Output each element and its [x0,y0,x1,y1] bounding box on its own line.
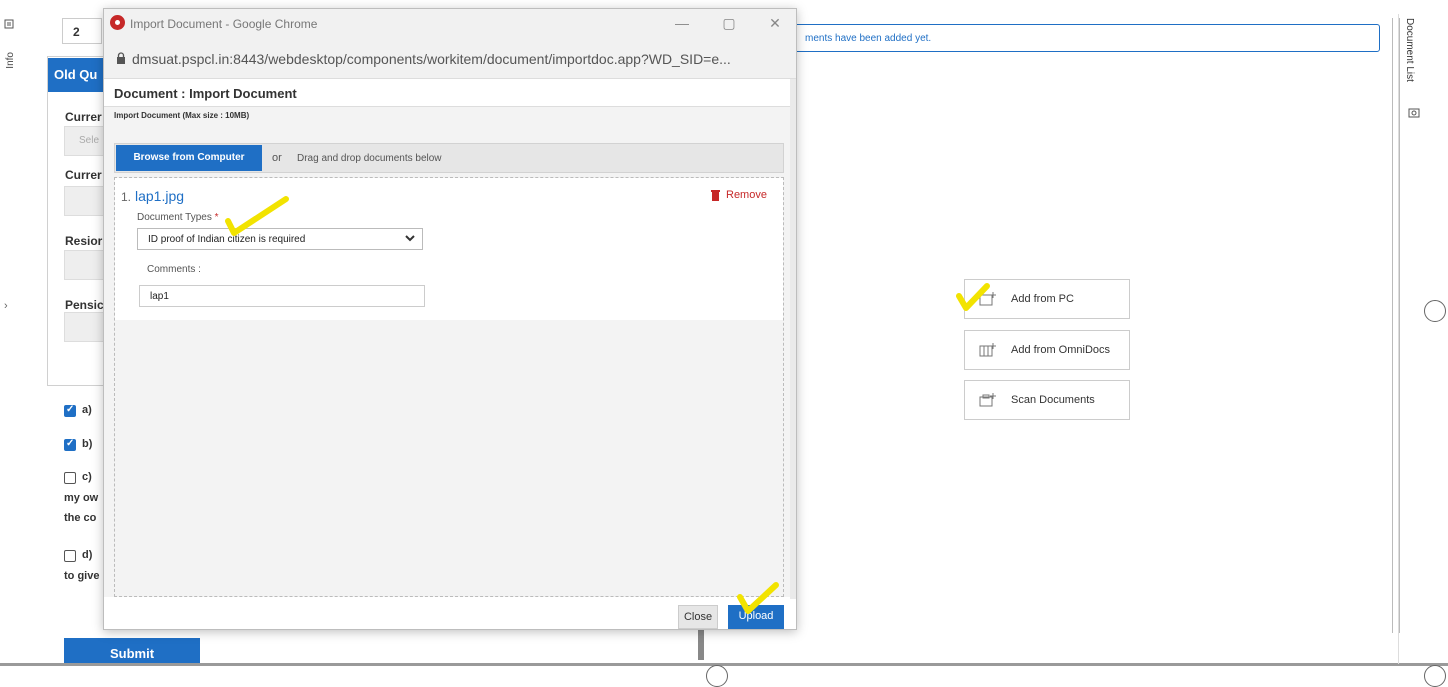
required-mark: * [214,212,219,223]
field-label-residence: Resior [65,234,103,248]
maximize-icon[interactable]: ▢ [719,15,739,32]
scan-documents-label: Scan Documents [1011,394,1095,406]
resize-handle-right[interactable] [1424,300,1446,322]
info-tab-label: Info [5,52,16,69]
close-button[interactable]: Close [678,605,718,629]
checkbox-d-label: d) [82,549,93,561]
field-label-current-1: Currer [65,110,102,124]
dialog-header: Document : Import Document [104,79,796,107]
drag-drop-hint: Drag and drop documents below [297,153,442,164]
window-title: Import Document - Google Chrome [130,17,318,31]
checkbox-a[interactable] [64,404,76,417]
bottom-scrollbar[interactable] [0,663,1448,666]
import-size-label: Import Document (Max size : 10MB) [114,111,250,120]
add-from-omnidocs-icon [979,342,997,358]
step-number: 2 [62,18,102,44]
browse-from-computer-button[interactable]: Browse from Computer [116,145,262,171]
field-label-current-2: Currer [65,168,102,182]
import-document-window: Import Document - Google Chrome — ▢ ✕ dm… [103,8,797,630]
document-types-label: Document Types * [137,212,219,223]
info-side-tab[interactable]: Info [0,14,22,74]
document-list-tab[interactable]: Document List [1404,18,1415,82]
or-text: or [272,152,282,164]
scan-documents-icon [979,392,997,408]
file-name-link[interactable]: lap1.jpg [135,188,184,204]
scan-documents-button[interactable]: Scan Documents [964,380,1130,420]
lock-icon [117,52,125,64]
checkbox-c-label: c) [82,471,92,483]
chevron-down-icon [405,235,415,242]
field-label-pension: Pensic [65,298,104,312]
comments-label: Comments : [147,264,201,275]
close-window-icon[interactable]: ✕ [765,15,785,32]
url-text: dmsuat.pspcl.in:8443/webdesktop/componen… [132,51,731,67]
chrome-logo-icon [110,15,125,30]
add-from-pc-label: Add from PC [1011,293,1074,305]
browse-row: Browse from Computer or Drag and drop do… [114,143,784,173]
add-from-omnidocs-button[interactable]: Add from OmniDocs [964,330,1130,370]
checkbox-c-text-1: my ow [64,492,99,504]
resize-handle-bottom[interactable] [706,665,728,687]
minimize-icon[interactable]: — [672,15,692,31]
checkbox-d-text-1: to give [64,570,100,582]
remove-label: Remove [726,189,767,201]
resize-handle-corner[interactable] [1424,665,1446,687]
annotation-checkmark-icon [225,196,289,236]
document-list-icon[interactable] [1408,106,1420,124]
checkbox-c[interactable] [64,472,76,484]
checkbox-a-label: a) [82,404,92,416]
comments-input[interactable]: lap1 [139,285,425,307]
add-from-omnidocs-label: Add from OmniDocs [1011,344,1111,356]
checkbox-d[interactable] [64,550,76,562]
trash-icon [711,189,720,201]
checkbox-b-label: b) [82,438,93,450]
annotation-checkmark-icon [956,283,990,311]
remove-file-button[interactable]: Remove [711,189,767,201]
submit-button[interactable]: Submit [64,638,200,666]
dialog-footer: Close Upload [104,601,796,629]
address-bar[interactable]: dmsuat.pspcl.in:8443/webdesktop/componen… [104,39,796,79]
annotation-checkmark-icon [737,582,779,614]
checkbox-b[interactable] [64,438,76,451]
left-collapse-arrow-icon[interactable]: › [4,300,8,312]
file-item: 1. lap1.jpg Remove Document Types * ID p… [115,178,783,320]
no-documents-notice: ments have been added yet. [790,24,1380,52]
window-titlebar[interactable]: Import Document - Google Chrome — ▢ ✕ [104,9,796,39]
checkbox-c-text-2: the co [64,512,97,524]
section-header: Old Qu [48,58,108,92]
dialog-scrollbar[interactable] [790,79,796,599]
info-icon [4,16,14,34]
file-index: 1. [121,190,132,204]
